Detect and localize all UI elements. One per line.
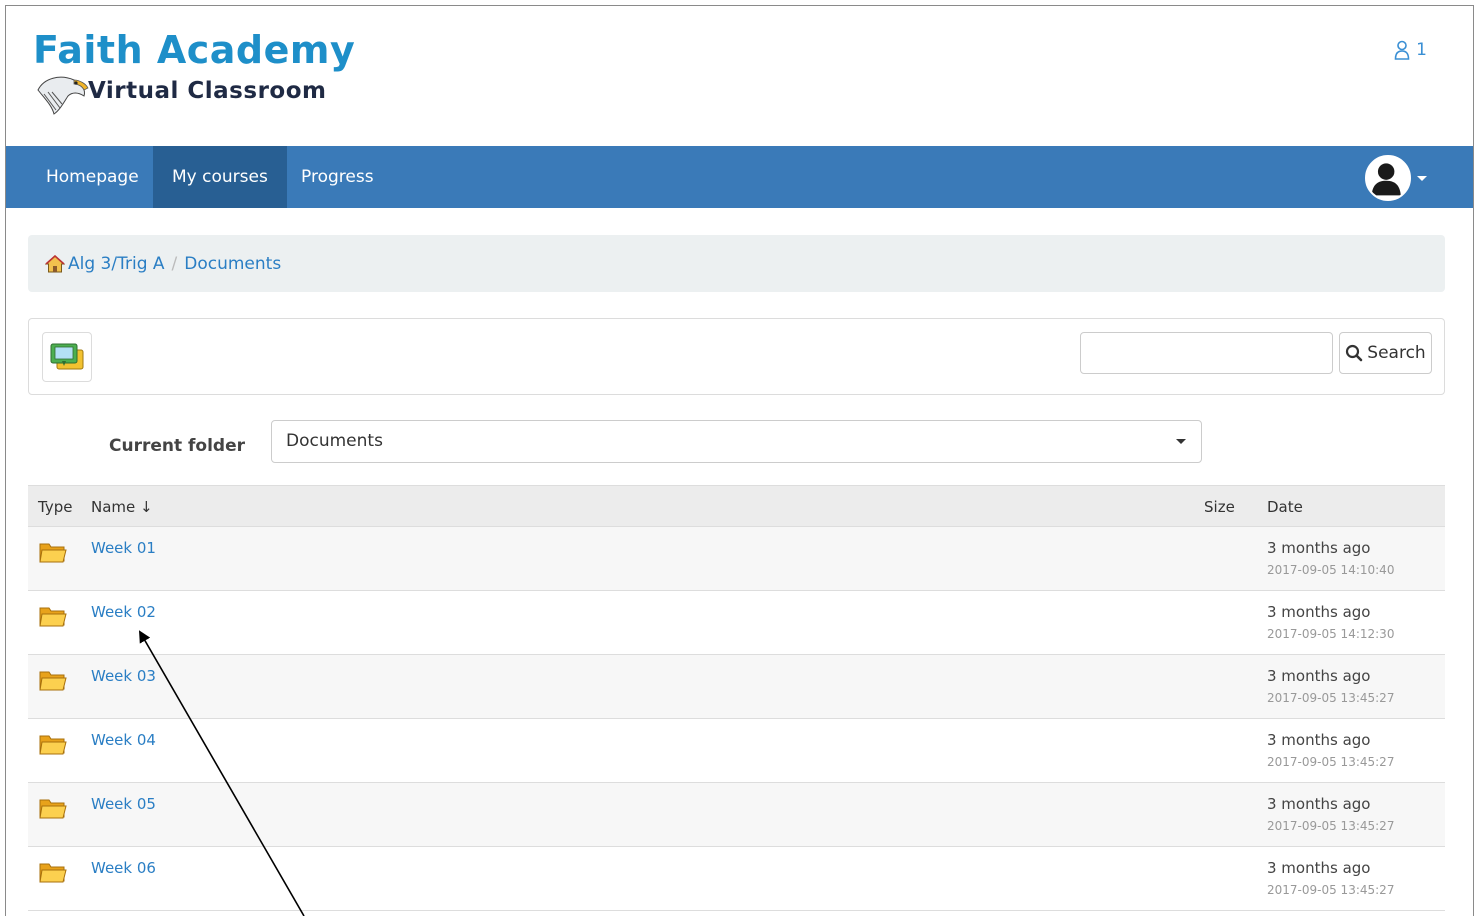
user-icon [1394,40,1410,60]
row-date-timestamp: 2017-09-05 14:12:30 [1267,627,1395,641]
user-menu[interactable] [1365,155,1427,201]
table-row: Week 02 3 months ago 2017-09-05 14:12:30 [28,591,1445,655]
current-folder-value: Documents [286,431,383,451]
row-date-timestamp: 2017-09-05 14:10:40 [1267,563,1395,577]
row-date-timestamp: 2017-09-05 13:45:27 [1267,883,1395,897]
current-folder-label: Current folder [109,436,246,456]
search-input[interactable] [1080,332,1333,374]
current-folder-select[interactable]: Documents [271,420,1202,463]
site-header: Faith Academy Virtual Classroom 1 [6,6,1473,146]
folder-link[interactable]: Week 01 [91,539,156,557]
folder-icon[interactable] [39,604,67,628]
main-navbar: Homepage My courses Progress [6,146,1473,208]
folder-icon[interactable] [39,732,67,756]
column-header-date[interactable]: Date [1267,486,1303,528]
folder-link[interactable]: Week 02 [91,603,156,621]
slideshow-icon [50,343,84,370]
home-icon[interactable] [45,254,65,273]
page-frame: Faith Academy Virtual Classroom 1 Homepa… [5,5,1474,916]
documents-toolbar: Search [28,318,1445,395]
sort-arrow-down-icon: ↓ [140,498,153,516]
breadcrumb-documents-link[interactable]: Documents [184,254,281,274]
row-date-relative: 3 months ago [1267,667,1371,685]
online-users-count: 1 [1416,40,1427,60]
column-header-name-label: Name [91,498,136,516]
row-date-relative: 3 months ago [1267,539,1371,557]
documents-table: Type Name ↓ Size Date Week 01 3 months a… [28,485,1445,911]
search-button[interactable]: Search [1339,332,1432,374]
folder-link[interactable]: Week 04 [91,731,156,749]
row-date-relative: 3 months ago [1267,731,1371,749]
avatar[interactable] [1365,155,1411,201]
table-row: Week 06 3 months ago 2017-09-05 13:45:27 [28,847,1445,911]
table-row: Week 03 3 months ago 2017-09-05 13:45:27 [28,655,1445,719]
row-date-relative: 3 months ago [1267,859,1371,877]
row-date-relative: 3 months ago [1267,795,1371,813]
column-header-size[interactable]: Size [1204,486,1235,528]
breadcrumb-course-link[interactable]: Alg 3/Trig A [68,254,165,274]
search-button-label: Search [1367,343,1426,363]
slideshow-button[interactable] [42,332,92,382]
folder-icon[interactable] [39,540,67,564]
column-header-name[interactable]: Name ↓ [91,486,153,528]
chevron-down-icon [1176,439,1186,444]
breadcrumb: Alg 3/Trig A / Documents [28,235,1445,292]
nav-my-courses[interactable]: My courses [153,146,287,208]
breadcrumb-separator: / [171,253,178,274]
folder-icon[interactable] [39,668,67,692]
folder-link[interactable]: Week 03 [91,667,156,685]
user-silhouette-icon [1367,157,1406,196]
table-row: Week 04 3 months ago 2017-09-05 13:45:27 [28,719,1445,783]
table-row: Week 01 3 months ago 2017-09-05 14:10:40 [28,527,1445,591]
folder-link[interactable]: Week 06 [91,859,156,877]
eagle-logo-icon [37,76,89,115]
table-body: Week 01 3 months ago 2017-09-05 14:10:40… [28,527,1445,911]
row-date-timestamp: 2017-09-05 13:45:27 [1267,755,1395,769]
table-header: Type Name ↓ Size Date [28,485,1445,527]
nav-homepage[interactable]: Homepage [27,146,158,208]
search-icon [1346,344,1363,362]
table-row: Week 05 3 months ago 2017-09-05 13:45:27 [28,783,1445,847]
logo-subtitle: Virtual Classroom [88,78,327,104]
online-users[interactable]: 1 [1394,40,1427,60]
folder-icon[interactable] [39,860,67,884]
folder-link[interactable]: Week 05 [91,795,156,813]
row-date-timestamp: 2017-09-05 13:45:27 [1267,819,1395,833]
column-header-type[interactable]: Type [38,486,72,528]
nav-progress[interactable]: Progress [282,146,393,208]
row-date-relative: 3 months ago [1267,603,1371,621]
logo-title[interactable]: Faith Academy [33,28,355,72]
chevron-down-icon [1417,175,1427,181]
row-date-timestamp: 2017-09-05 13:45:27 [1267,691,1395,705]
folder-icon[interactable] [39,796,67,820]
